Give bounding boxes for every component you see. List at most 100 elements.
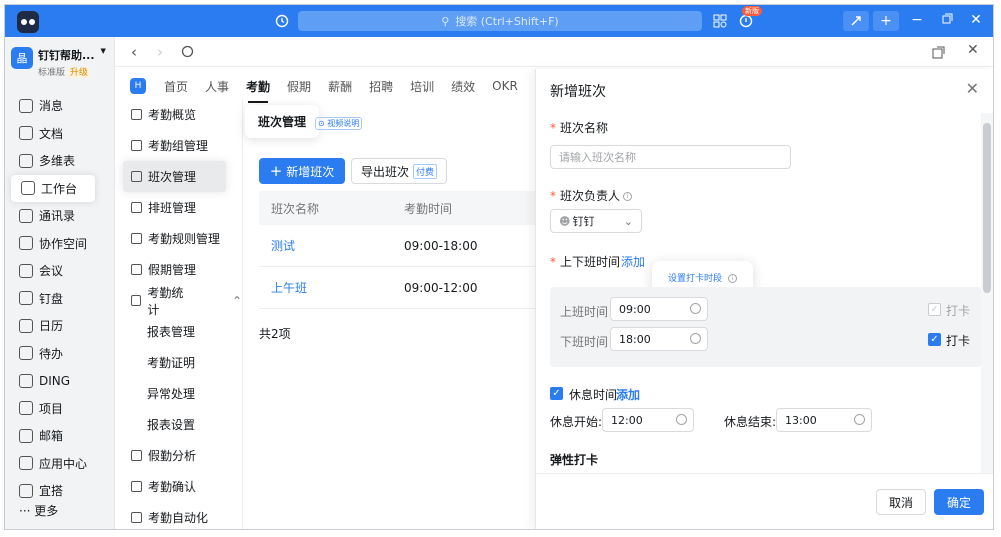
confirm-button[interactable]: 确定	[934, 489, 984, 515]
subnav-item[interactable]: 考勤确认	[115, 471, 242, 502]
upgrade-link[interactable]: 升级	[67, 68, 90, 78]
tab-1[interactable]: 人事	[205, 78, 229, 95]
tab-4[interactable]: 薪酬	[328, 78, 352, 95]
dingtalk-logo-icon[interactable]	[17, 11, 39, 33]
rest-time-checkbox[interactable]: ✓	[550, 387, 563, 400]
more-button[interactable]: ··· 更多	[19, 502, 58, 519]
tab-0[interactable]: 首页	[164, 78, 188, 95]
subnav-item[interactable]: 考勤统计 ⌃	[115, 285, 242, 317]
sidebar-item-ding[interactable]: DING	[5, 367, 115, 395]
sidebar-item-doc[interactable]: 文档	[5, 120, 115, 148]
add-time-link[interactable]: 添加	[621, 253, 645, 270]
shift-name-label: * 班次名称	[550, 121, 609, 135]
forward-icon[interactable]: ›	[157, 43, 163, 61]
title-bar: ⚲ 搜索 (Ctrl+Shift+F) 新版 + − ✕	[5, 5, 993, 37]
sidebar-item-todo[interactable]: 待办	[5, 340, 115, 368]
export-shift-button[interactable]: 导出班次 付费	[351, 158, 447, 184]
project-icon	[19, 401, 33, 416]
shift-name-link[interactable]: 上午班	[259, 279, 404, 296]
restore-icon[interactable]	[938, 12, 956, 28]
sidebar-item-label: 宜搭	[39, 484, 64, 499]
rest-start-input[interactable]: 12:00	[602, 408, 694, 432]
add-shift-label: 新增班次	[286, 164, 335, 179]
sidebar-item-yida[interactable]: 宜搭	[5, 477, 115, 505]
tab-8[interactable]: OKR	[492, 79, 518, 93]
subnav-item[interactable]: 报表管理	[115, 316, 242, 347]
video-help-link[interactable]: ⊙ 视频说明	[315, 117, 363, 130]
chevron-up-icon: ⌃	[231, 293, 242, 308]
add-shift-button[interactable]: + 新增班次	[259, 158, 345, 184]
sidebar-item-space[interactable]: 协作空间	[5, 230, 115, 258]
shift-name-link[interactable]: 测试	[259, 237, 404, 254]
history-icon[interactable]	[273, 12, 291, 30]
open-external-icon[interactable]	[932, 45, 945, 63]
column-header-name: 班次名称	[271, 201, 320, 216]
search-placeholder: 搜索 (Ctrl+Shift+F)	[455, 15, 559, 28]
sidebar-item-label: DING	[39, 373, 71, 388]
subnav-item[interactable]: 考勤自动化	[115, 502, 242, 529]
sidebar-item-table[interactable]: 多维表	[5, 147, 115, 175]
sidebar-item-mail[interactable]: 邮箱	[5, 422, 115, 450]
subnav-item[interactable]: 考勤证明	[115, 347, 242, 378]
subnav-item[interactable]: 异常处理	[115, 378, 242, 409]
sidebar-item-cloud[interactable]: 钉盘	[5, 285, 115, 313]
shift-name-input[interactable]: 请输入班次名称	[550, 145, 791, 169]
subnav-label: 考勤规则管理	[148, 232, 221, 246]
quick-action-button[interactable]	[843, 11, 869, 31]
subnav-item[interactable]: 假期管理	[115, 254, 242, 285]
tab-3[interactable]: 假期	[287, 78, 311, 95]
table-row[interactable]: 上午班 09:00-12:00	[259, 267, 543, 309]
yida-icon	[19, 483, 33, 498]
off-duty-punch-checkbox[interactable]: ✓	[928, 333, 941, 346]
cancel-button[interactable]: 取消	[876, 489, 926, 515]
rest-end-input[interactable]: 13:00	[776, 408, 872, 432]
sidebar-item-apps[interactable]: 应用中心	[5, 450, 115, 478]
subnav-item[interactable]: 考勤组管理	[115, 130, 242, 161]
global-search-input[interactable]: ⚲ 搜索 (Ctrl+Shift+F)	[298, 11, 702, 31]
subnav-item[interactable]: 考勤规则管理	[115, 223, 242, 254]
close-window-icon[interactable]: ✕	[967, 12, 985, 28]
table-row[interactable]: 测试 09:00-18:00	[259, 225, 543, 267]
scrollbar-thumb[interactable]	[983, 123, 991, 293]
on-duty-time-input[interactable]: 09:00	[610, 297, 708, 321]
close-drawer-icon[interactable]: ✕	[966, 79, 979, 98]
sidebar-item-grid[interactable]: 工作台	[11, 174, 95, 202]
sidebar-item-label: 钉盘	[39, 291, 64, 306]
org-switcher[interactable]: 晶 钉钉帮助... ▼ 标准版 升级	[11, 47, 106, 78]
subnav-item[interactable]: 报表设置	[115, 409, 242, 440]
apps-grid-icon[interactable]	[711, 12, 729, 30]
subnav-item[interactable]: 考勤概览	[115, 99, 242, 130]
sidebar-item-message[interactable]: 消息	[5, 92, 115, 120]
subnav-item[interactable]: 假勤分析	[115, 440, 242, 471]
close-page-icon[interactable]: ✕	[967, 42, 979, 58]
sidebar-item-meeting[interactable]: 会议	[5, 257, 115, 285]
back-icon[interactable]: ‹	[131, 43, 137, 61]
tab-6[interactable]: 培训	[410, 78, 434, 95]
app-sidebar: 晶 钉钉帮助... ▼ 标准版 升级 消息 文档 多维表 工作台 通讯录 协作空间 会议钉盘日…	[5, 37, 115, 529]
menu-icon	[131, 171, 142, 182]
rest-time-label: 休息时间	[569, 388, 618, 402]
clock-icon	[690, 333, 701, 344]
drawer-scrollbar[interactable]	[981, 113, 993, 473]
sidebar-item-project[interactable]: 项目	[5, 395, 115, 423]
tab-5[interactable]: 招聘	[369, 78, 393, 95]
on-duty-punch-checkbox[interactable]: ✓	[928, 303, 941, 316]
tab-7[interactable]: 绩效	[451, 78, 475, 95]
app-nav-list: 消息 文档 多维表 工作台 通讯录 协作空间 会议钉盘日历 待办 DING 项目 邮箱 应用中心宜搭	[5, 92, 115, 505]
off-duty-time-input[interactable]: 18:00	[610, 327, 708, 351]
main-area: ‹ › ✕ H 首页 人事 考勤 假期 薪酬 招聘 培训 绩效 OKR 考勤概览 考勤组管理 班次管…	[115, 37, 993, 529]
tab-2[interactable]: 考勤	[246, 78, 270, 103]
subnav-item[interactable]: 班次管理	[123, 161, 226, 192]
shift-owner-select[interactable]: ☻ 钉钉 ⌄	[550, 209, 642, 233]
subnav-item[interactable]: 排班管理	[115, 192, 242, 223]
refresh-icon[interactable]	[181, 44, 194, 62]
search-icon: ⚲	[441, 14, 450, 28]
plus-button[interactable]: +	[873, 11, 899, 31]
minimize-icon[interactable]: −	[908, 12, 926, 28]
rest-add-link[interactable]: 添加	[616, 386, 640, 403]
sidebar-item-calendar[interactable]: 日历	[5, 312, 115, 340]
apps-icon	[19, 456, 33, 471]
page-title: 班次管理	[245, 105, 320, 138]
drawer-footer: 取消 确定	[536, 473, 993, 529]
sidebar-item-contacts[interactable]: 通讯录	[5, 202, 115, 230]
